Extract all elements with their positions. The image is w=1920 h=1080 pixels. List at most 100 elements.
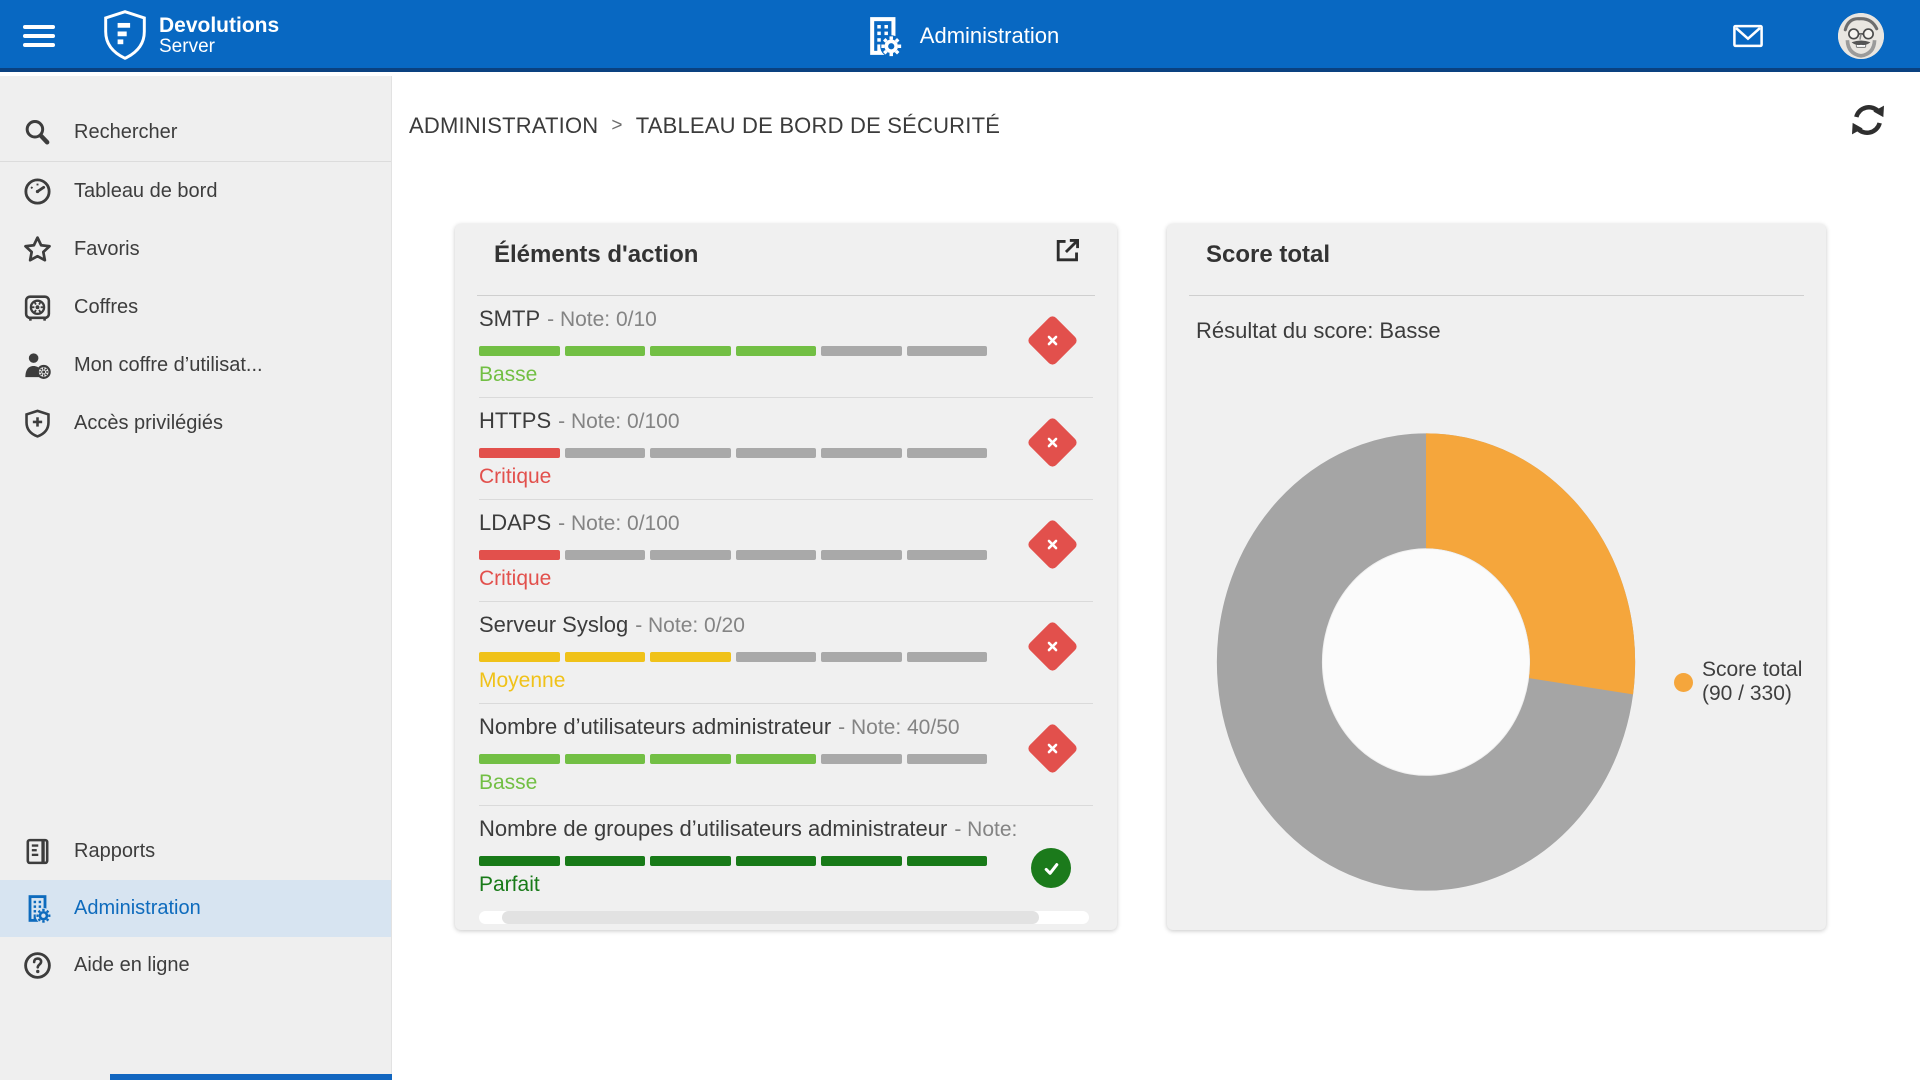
breadcrumb-separator-icon: > — [611, 115, 622, 137]
action-item-row[interactable]: Nombre de groupes d’utilisateurs adminis… — [479, 806, 1093, 908]
breadcrumb: ADMINISTRATION > TABLEAU DE BORD DE SÉCU… — [409, 113, 1000, 139]
progress-segment — [821, 448, 902, 458]
action-item-row[interactable]: SMTP- Note: 0/10 Basse — [479, 296, 1093, 398]
sidebar-item-acces-privilegies[interactable]: Accès privilégiés — [0, 394, 391, 452]
sidebar-item-aide-en-ligne[interactable]: Aide en ligne — [0, 937, 391, 994]
progress-segment — [479, 448, 560, 458]
action-item-severity: Basse — [479, 770, 1093, 796]
status-ok-icon — [1031, 848, 1071, 888]
progress-segment — [650, 346, 731, 356]
action-items-card: Éléments d'action SMTP- Note: 0/10 Basse — [455, 224, 1117, 930]
refresh-icon[interactable] — [1848, 100, 1888, 140]
page: { "header": { "brand_line1": "Devolution… — [0, 0, 1920, 1080]
progress-segment — [650, 448, 731, 458]
horizontal-scrollbar-track[interactable] — [479, 911, 1089, 924]
progress-segment — [736, 856, 817, 866]
action-item-row[interactable]: Nombre d’utilisateurs administrateur - No… — [479, 704, 1093, 806]
progress-segment — [565, 652, 646, 662]
progress-segment — [565, 856, 646, 866]
progress-segment — [821, 346, 902, 356]
open-external-icon[interactable] — [1052, 235, 1083, 266]
progress-segment — [821, 652, 902, 662]
progress-segment — [821, 550, 902, 560]
sidebar-item-tableau-de-bord[interactable]: Tableau de bord — [0, 162, 391, 220]
breadcrumb-current: TABLEAU DE BORD DE SÉCURITÉ — [636, 113, 1000, 139]
action-item-severity: Critique — [479, 566, 1093, 592]
sidebar-item-label: Rapports — [74, 840, 155, 863]
bottom-partial-element — [110, 1074, 392, 1080]
score-donut-chart — [1212, 428, 1640, 896]
header-title: Administration — [920, 23, 1059, 49]
action-item-progress — [479, 754, 987, 764]
action-item-row[interactable]: LDAPS - Note: 0/100 Critique — [479, 500, 1093, 602]
vault-icon — [22, 292, 53, 323]
progress-segment — [479, 856, 560, 866]
devolutions-logo: Devolutions Server — [102, 10, 279, 60]
legend-label: Score total (90 / 330) — [1702, 658, 1822, 706]
progress-segment — [565, 346, 646, 356]
card-title: Éléments d'action — [494, 241, 698, 268]
action-item-name: HTTPS — [479, 408, 551, 433]
chart-legend-item[interactable]: Score total (90 / 330) — [1674, 658, 1822, 706]
sidebar-item-rechercher[interactable]: Rechercher — [0, 103, 391, 161]
user-avatar[interactable] — [1838, 13, 1884, 59]
progress-segment — [736, 652, 817, 662]
sidebar-item-mon-coffre[interactable]: Mon coffre d’utilisat... — [0, 336, 391, 394]
progress-segment — [821, 754, 902, 764]
action-item-note: - Note: 0/100 — [558, 410, 679, 433]
progress-segment — [907, 856, 988, 866]
horizontal-scrollbar-thumb[interactable] — [502, 911, 1039, 924]
top-bar: Devolutions Server — [0, 0, 1920, 72]
mail-icon[interactable] — [1728, 20, 1768, 52]
donut-hole — [1323, 549, 1529, 774]
action-item-row[interactable]: Serveur Syslog - Note: 0/20 Moyenne — [479, 602, 1093, 704]
action-item-progress — [479, 346, 987, 356]
action-item-note: - Note: 0/20 — [635, 614, 745, 637]
action-item-note: - Note: 40/50 — [838, 716, 959, 739]
sidebar-item-rapports[interactable]: Rapports — [0, 823, 391, 880]
action-item-severity: Moyenne — [479, 668, 1093, 694]
action-item-name: Nombre d’utilisateurs administrateur — [479, 714, 831, 739]
sidebar-item-administration[interactable]: Administration — [0, 880, 391, 937]
action-item-progress — [479, 652, 987, 662]
help-icon — [22, 950, 53, 981]
breadcrumb-parent[interactable]: ADMINISTRATION — [409, 113, 598, 139]
sidebar-item-label: Tableau de bord — [74, 180, 217, 203]
shield-plus-icon — [22, 408, 53, 439]
reports-icon — [22, 836, 53, 867]
action-item-title-line: SMTP- Note: 0/10 — [479, 305, 1093, 334]
hamburger-menu-icon[interactable] — [23, 25, 55, 47]
sidebar-item-label: Administration — [74, 897, 201, 920]
sidebar: Rechercher Tableau de bord Favoris — [0, 76, 392, 1080]
action-item-severity: Parfait — [479, 872, 1093, 898]
user-vault-icon — [22, 350, 53, 381]
progress-segment — [565, 550, 646, 560]
action-items-list: SMTP- Note: 0/10 Basse HTTPS - Note: 0/10… — [479, 296, 1093, 908]
progress-segment — [565, 754, 646, 764]
action-item-note: - Note: — [954, 818, 1017, 841]
action-item-name: Serveur Syslog — [479, 612, 628, 637]
action-items-card-header: Éléments d'action — [477, 224, 1095, 296]
progress-segment — [736, 448, 817, 458]
progress-segment — [650, 754, 731, 764]
action-item-note: - Note: 0/100 — [558, 512, 679, 535]
sidebar-item-label: Aide en ligne — [74, 954, 190, 977]
action-item-row[interactable]: HTTPS- Note: 0/100 Critique — [479, 398, 1093, 500]
sidebar-item-label: Accès privilégiés — [74, 412, 223, 435]
progress-segment — [907, 550, 988, 560]
brand-name: Devolutions — [159, 14, 279, 37]
sidebar-item-favoris[interactable]: Favoris — [0, 220, 391, 278]
progress-segment — [650, 652, 731, 662]
sidebar-item-coffres[interactable]: Coffres — [0, 278, 391, 336]
card-title: Score total — [1206, 241, 1330, 268]
action-item-title-line: Nombre d’utilisateurs administrateur - No… — [479, 713, 1093, 742]
sidebar-item-label: Rechercher — [74, 121, 177, 144]
action-item-name: LDAPS — [479, 510, 551, 535]
administration-building-icon — [22, 893, 53, 924]
progress-segment — [907, 346, 988, 356]
hamburger-bar — [23, 25, 55, 29]
action-item-name: Nombre de groupes d’utilisateurs adminis… — [479, 816, 947, 841]
main-content: ADMINISTRATION > TABLEAU DE BORD DE SÉCU… — [393, 76, 1920, 1080]
sidebar-item-label: Coffres — [74, 296, 138, 319]
brand-subname: Server — [159, 37, 279, 57]
